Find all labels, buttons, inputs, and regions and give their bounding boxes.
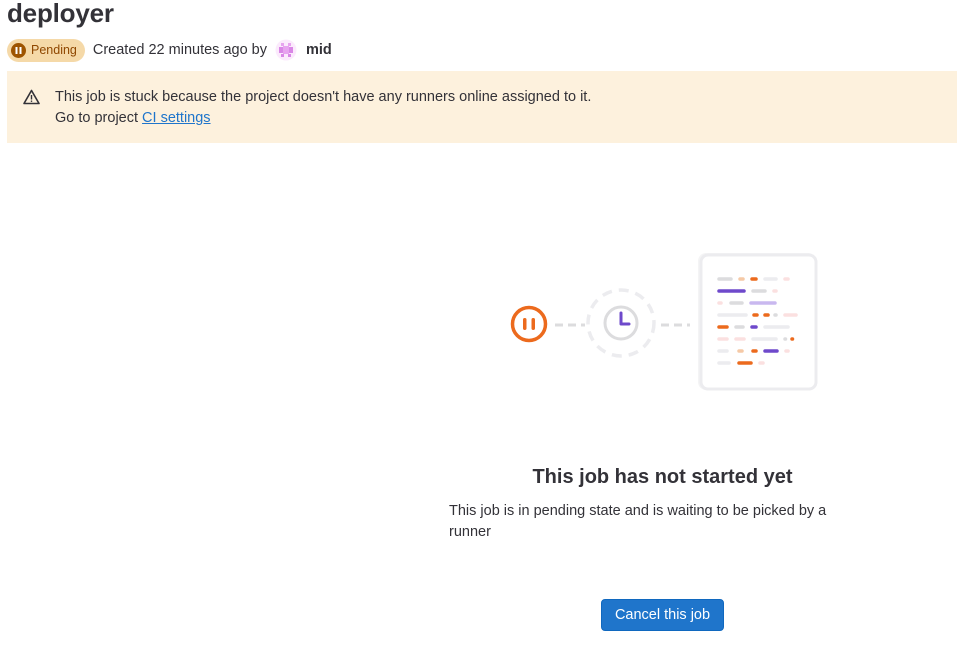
warning-icon (23, 89, 40, 105)
status-badge[interactable]: Pending (7, 38, 85, 62)
created-text: Created 22 minutes ago by (92, 42, 267, 58)
pending-status-icon (510, 305, 548, 343)
ci-settings-link[interactable]: CI settings (142, 110, 211, 126)
status-label: Pending (31, 43, 77, 57)
alert-link-line: Go to project CI settings (55, 108, 957, 129)
username-link[interactable]: mid (306, 42, 332, 58)
stuck-job-alert: This job is stuck because the project do… (7, 71, 957, 143)
pending-job-illustration (505, 250, 825, 400)
alert-link-prefix: Go to project (55, 110, 139, 126)
page-title: deployer (7, 0, 114, 28)
empty-state-title: This job has not started yet (532, 466, 793, 488)
job-meta: Pending Created 22 minutes ago by mid (7, 38, 332, 62)
user-avatar[interactable] (275, 39, 297, 61)
job-log-icon (698, 253, 818, 391)
cancel-job-button[interactable]: Cancel this job (601, 599, 724, 631)
pause-icon (11, 42, 26, 58)
empty-state-description: This job is in pending state and is wait… (449, 503, 827, 540)
alert-message: This job is stuck because the project do… (55, 89, 592, 105)
clock-icon (586, 288, 656, 358)
